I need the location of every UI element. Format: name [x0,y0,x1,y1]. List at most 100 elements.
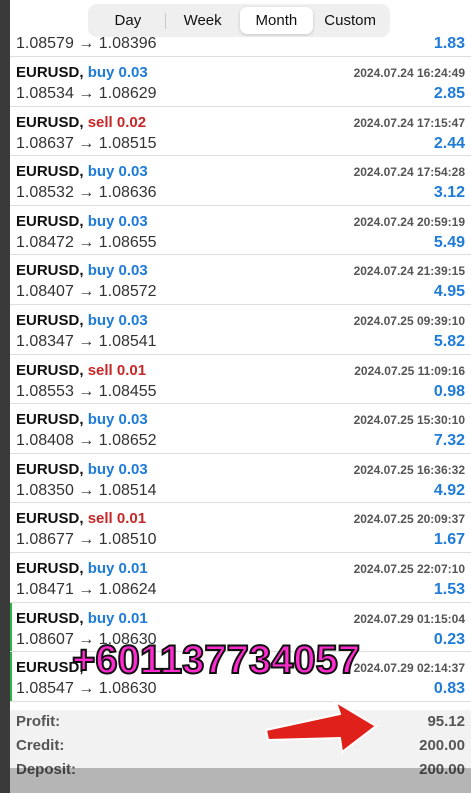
trade-time: 2024.07.25 16:36:32 [353,462,465,477]
trade-prices: 1.08532 → 1.08636 [16,184,157,202]
trade-row[interactable]: EURUSD, buy 0.03 2024.07.24 21:39:15 1.084… [10,255,471,305]
trade-symbol: EURUSD, [16,460,84,478]
trade-profit: 0.98 [433,382,465,400]
trade-side-volume: buy 0.03 [87,212,148,230]
trade-profit: 5.49 [433,233,465,251]
bottom-shade [10,768,471,793]
trade-profit: 4.95 [433,283,465,301]
red-arrow-icon [264,699,378,754]
trade-row[interactable]: EURUSD, sell 0.02 2024.07.24 17:15:47 1.08… [10,107,471,157]
trade-side-volume: sell 0.01 [87,361,147,379]
trade-prices: 1.08553 → 1.08455 [16,382,157,400]
tab-custom[interactable]: Custom [313,7,387,34]
trade-symbol: EURUSD, [16,609,84,627]
profit-label: Profit: [16,713,61,730]
trade-time: 2024.07.29 01:15:04 [353,611,465,626]
trade-prices: 1.08472 → 1.08655 [16,233,157,251]
trade-row[interactable]: EURUSD, buy 0.03 2024.07.24 17:54:28 1.085… [10,156,471,206]
trade-time: 2024.07.24 16:24:49 [353,66,465,80]
phone-number-overlay: +601137734057 [71,637,361,683]
trade-time: 2024.07.25 20:09:37 [353,512,465,527]
trade-side-volume: buy 0.03 [87,64,148,81]
trade-time: 2024.07.24 20:59:19 [353,214,465,229]
trade-profit: 1.67 [433,531,465,549]
trade-symbol-line: EURUSD, buy 0.03 [16,262,148,279]
background-edge-left [0,0,10,793]
trade-symbol: EURUSD, [16,212,84,230]
trade-symbol: EURUSD, [16,311,84,329]
trade-prices: 1.08347 → 1.08541 [16,332,157,350]
trade-symbol: EURUSD, [16,64,84,81]
trade-symbol-line: EURUSD, buy 0.03 [16,461,148,478]
trade-symbol: EURUSD, [16,411,84,429]
credit-label: Credit: [16,737,65,754]
tab-week[interactable]: Week [166,7,240,34]
summary-credit-row: Credit: 200.00 [10,734,471,758]
trade-side-volume: buy 0.01 [87,559,148,577]
trade-profit: 7.32 [433,432,465,450]
profit-value: 95.12 [427,713,465,730]
trade-row[interactable]: EURUSD, sell 0.01 2024.07.25 11:09:16 1.08… [10,355,471,405]
trade-prices: 1.08534 → 1.08629 [16,85,157,102]
trade-symbol: EURUSD, [16,361,84,379]
trade-time: 2024.07.24 17:15:47 [353,115,465,130]
trade-symbol-line: EURUSD, buy 0.01 [16,610,148,627]
trade-side-volume: buy 0.03 [87,411,148,429]
trade-side-volume: buy 0.03 [87,163,148,181]
trade-time: 2024.07.24 17:54:28 [353,165,465,180]
trade-time: 2024.07.25 15:30:10 [353,413,465,428]
trade-prices: 1.08350 → 1.08514 [16,481,157,499]
trade-symbol-line: EURUSD, buy 0.03 [16,213,148,230]
trade-prices: 1.08637 → 1.08515 [16,134,157,152]
trade-profit: 2.85 [433,85,465,102]
trade-profit: 1.53 [433,580,465,598]
trade-profit: 4.92 [433,481,465,499]
trade-time: 2024.07.25 11:09:16 [354,363,465,378]
trade-row[interactable]: EURUSD, buy 0.03 2024.07.25 15:30:10 1.084… [10,404,471,454]
trade-row[interactable]: EURUSD, sell 0.01 2024.07.25 20:09:37 1.08… [10,503,471,553]
trade-symbol-line: EURUSD, sell 0.02 [16,114,146,131]
trade-side-volume: sell 0.02 [87,113,147,131]
trade-symbol: EURUSD, [16,113,84,131]
trade-prices: 1.08579 → 1.08396 [16,35,157,52]
credit-value: 200.00 [419,737,465,754]
trade-symbol-line: EURUSD, buy 0.03 [16,163,148,180]
trade-time: 2024.07.25 09:39:10 [353,313,465,328]
trade-profit: 1.83 [433,35,465,52]
trade-time: 2024.07.25 22:07:10 [353,561,465,576]
trade-symbol-line: EURUSD, buy 0.03 [16,411,148,428]
trade-symbol: EURUSD, [16,163,84,181]
tab-month[interactable]: Month [239,7,314,34]
trade-profit: 0.23 [433,630,465,648]
trade-side-volume: buy 0.03 [87,460,148,478]
trade-time: 2024.07.29 02:14:37 [353,661,465,676]
tab-day[interactable]: Day [91,7,165,34]
trade-row[interactable]: EURUSD, buy 0.03 2024.07.24 16:24:49 1.085… [10,57,471,107]
trade-symbol-line: EURUSD, sell 0.01 [16,362,146,379]
trade-list[interactable]: 1.08579 → 1.08396 1.83 EURUSD, buy 0.03 202… [10,0,471,702]
summary-profit-row: Profit: 95.12 [10,710,471,734]
trade-prices: 1.08471 → 1.08624 [16,580,157,598]
trade-side-volume: buy 0.03 [87,311,148,329]
trade-side-volume: buy 0.01 [87,609,148,627]
trade-symbol-line: EURUSD, buy 0.03 [16,312,148,329]
trade-prices: 1.08677 → 1.08510 [16,531,157,549]
trade-side-volume: buy 0.03 [87,262,148,280]
trade-side-volume: sell 0.01 [87,510,147,528]
period-segmented-control: Day Week Month Custom [88,4,390,37]
trade-symbol: EURUSD, [16,559,84,577]
trade-row[interactable]: EURUSD, buy 0.01 2024.07.25 22:07:10 1.084… [10,553,471,603]
trade-profit: 5.82 [433,332,465,350]
trade-profit: 3.12 [433,184,465,202]
trade-symbol: EURUSD, [16,510,84,528]
trade-symbol-line: EURUSD, sell 0.01 [16,510,146,527]
trade-row[interactable]: EURUSD, buy 0.03 2024.07.25 09:39:10 1.083… [10,305,471,355]
trade-time: 2024.07.24 21:39:15 [353,264,465,279]
trade-row[interactable]: EURUSD, buy 0.03 2024.07.25 16:36:32 1.083… [10,454,471,504]
trade-prices: 1.08408 → 1.08652 [16,432,157,450]
trade-row[interactable]: EURUSD, buy 0.03 2024.07.24 20:59:19 1.084… [10,206,471,256]
trade-profit: 2.44 [433,134,465,152]
trade-symbol-line: EURUSD, buy 0.03 [16,64,148,81]
trade-prices: 1.08407 → 1.08572 [16,283,157,301]
trade-symbol: EURUSD, [16,262,84,280]
